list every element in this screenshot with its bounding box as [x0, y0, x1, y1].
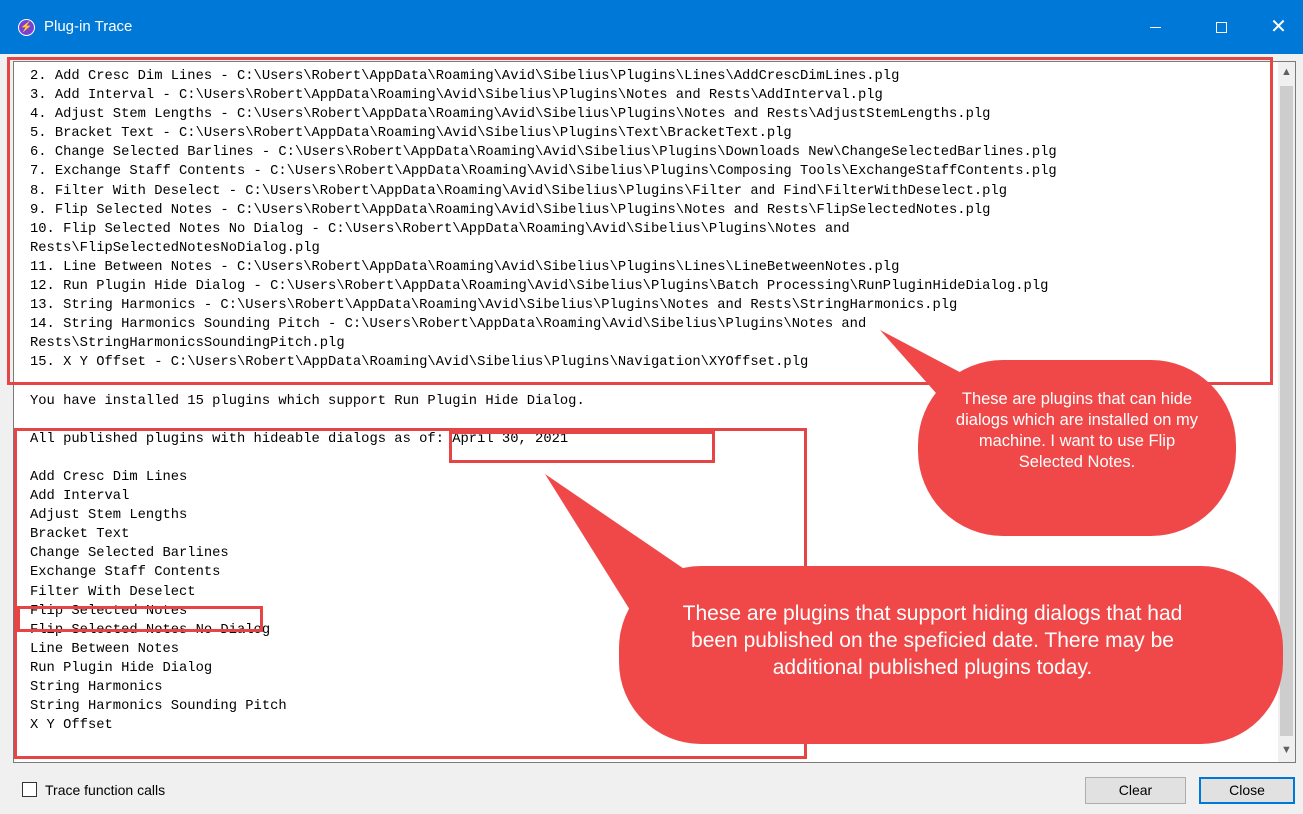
clear-button[interactable]: Clear	[1085, 777, 1186, 804]
trace-function-calls-label[interactable]: Trace function calls	[45, 781, 165, 799]
close-button[interactable]: Close	[1199, 777, 1295, 804]
callout-installed-text: These are plugins that can hide dialogs …	[955, 390, 1199, 471]
trace-function-calls-checkbox[interactable]	[22, 782, 37, 797]
callout-published-text: These are plugins that support hiding di…	[682, 602, 1183, 679]
